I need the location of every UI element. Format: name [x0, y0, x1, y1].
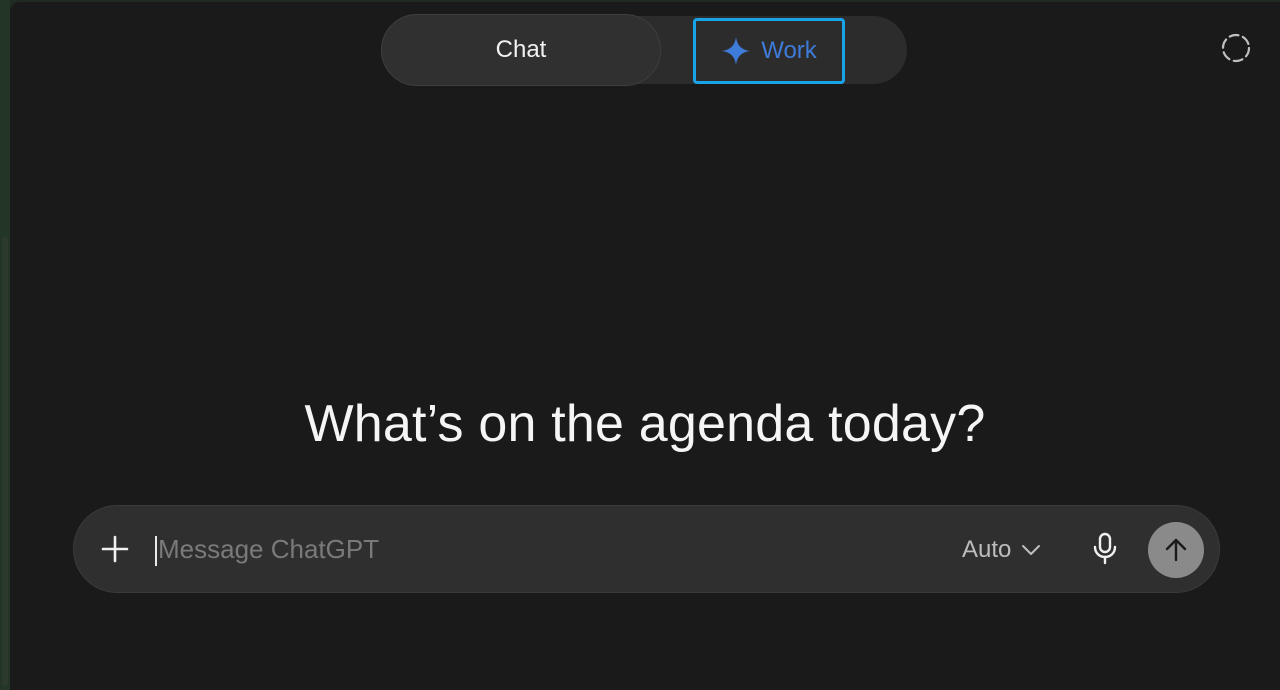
message-input[interactable] [156, 526, 918, 572]
microphone-icon [1093, 532, 1117, 565]
model-selector[interactable]: Auto [962, 532, 1041, 568]
mode-chat-label: Chat [495, 36, 547, 63]
model-selector-label: Auto [962, 536, 1012, 563]
sparkle-icon [721, 36, 751, 66]
mode-work-button[interactable]: Work [693, 18, 845, 84]
temporary-chat-button[interactable] [1220, 32, 1252, 64]
arrow-up-icon [1165, 538, 1187, 562]
message-composer: Auto [73, 505, 1220, 593]
voice-input-button[interactable] [1090, 532, 1120, 566]
page-headline: What’s on the agenda today? [304, 395, 986, 453]
mode-work-label: Work [761, 37, 817, 64]
mode-chat-button[interactable]: Chat [381, 14, 661, 86]
background-window-strip [2, 236, 8, 686]
background-window-edge [0, 0, 10, 690]
attach-button[interactable] [100, 534, 130, 564]
chevron-down-icon [1022, 545, 1041, 555]
mode-toggle: Chat Work [381, 14, 907, 86]
app-window: Chat Work What’s on the agenda today? Au… [10, 2, 1280, 690]
dashed-circle-icon [1221, 33, 1251, 63]
text-caret [155, 536, 157, 566]
plus-icon [101, 535, 129, 563]
send-button[interactable] [1148, 522, 1204, 578]
